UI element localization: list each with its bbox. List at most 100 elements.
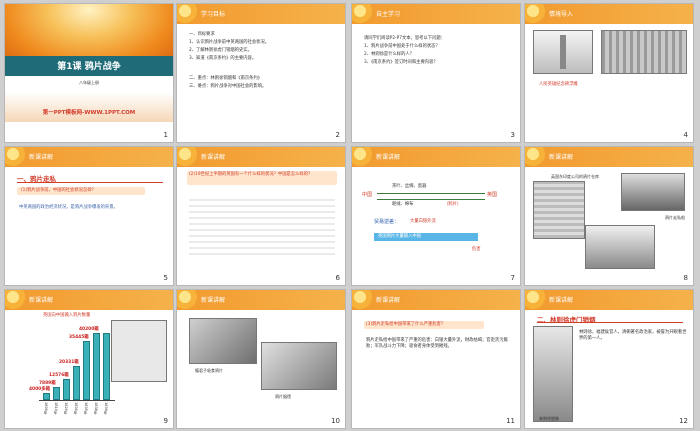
label-britain: 英国: [487, 192, 498, 198]
slide-thumbnail-12[interactable]: 新课讲解 二、林则徐虎门销烟 林则徐塑像 林则徐，福建侯官人，清朝著名政治家，被…: [524, 289, 694, 429]
statue-photo: [533, 326, 573, 422]
footer-text: 第一PPT模板网-WWW.1PPT.COM: [42, 110, 136, 116]
slide-number: 11: [506, 417, 515, 425]
data-label: 40200箱: [79, 327, 99, 332]
slide-thumbnail-2[interactable]: 学习目标 一、目标要求 1、认识鸦片战争前中英两国的社会状况。 2、了解林则徐虎…: [176, 3, 346, 143]
body: 中英两国的政治经济状况，是鸦片战争爆发的背景。: [19, 205, 118, 210]
bar: [63, 379, 70, 400]
body: 鸦片走私给中国带来了严重的危害：白银大量外流，财政枯竭；官吏贪污腐败；军队战斗力…: [366, 338, 508, 349]
bar: [43, 393, 50, 400]
header-title: 情境导入: [549, 11, 574, 18]
sun-icon: [352, 290, 374, 310]
data-label: 35445箱: [69, 334, 89, 340]
x-axis: [39, 400, 115, 401]
header-title: 新课讲解: [549, 154, 574, 161]
ship-photo-2: [585, 225, 655, 269]
tag-harm: 危害: [472, 247, 481, 252]
ship-photo: [621, 173, 685, 211]
data-label: 20331箱: [59, 360, 79, 366]
tick-label: 1830年: [74, 402, 78, 415]
caption-smokers: 瘾君子吸食鸦片: [195, 368, 223, 373]
tick-label: 1800年: [44, 402, 48, 415]
slide-number: 7: [510, 274, 515, 282]
line: 1、鸦片战争前中国处于什么样的状态？: [364, 44, 440, 49]
line: 三、难点：鸦片战争对中国社会的影响。: [189, 84, 267, 89]
slide-thumbnail-5[interactable]: 新课讲解 一、鸦片走私 (1)鸦片战争前，中国的社会状况怎样？ 中英两国的政治经…: [4, 146, 174, 286]
title-banner: [5, 4, 173, 64]
line: 二、重点：林则徐销烟和《南京条约》: [189, 76, 263, 81]
tick-label: 1820年: [64, 402, 68, 415]
trade-arrow-bottom: [377, 199, 485, 200]
header-title: 新课讲解: [201, 297, 226, 304]
goods-top: 茶叶、丝绸、瓷器: [392, 184, 427, 189]
line: 2、林则徐是什么样的人？: [364, 52, 414, 57]
slide-number: 1: [163, 131, 168, 139]
slide-thumbnail-7[interactable]: 新课讲解 中国 英国 茶叶、丝绸、瓷器 呢绒、棉布 （鸦片） 贸易逆差： 大量白…: [351, 146, 521, 286]
bar: [73, 366, 80, 400]
slide-header: 情境导入: [525, 4, 693, 24]
slide-thumbnail-9[interactable]: 新课讲解 英国向中国输入鸦片数量 1800年 4000多箱 1810年 7889箱 18…: [4, 289, 174, 429]
tick-label: 1839年: [104, 402, 108, 415]
header-title: 新课讲解: [29, 154, 54, 161]
caption-ship: 鸦片走私船: [665, 215, 685, 220]
slide-thumbnail-4[interactable]: 情境导入 人民英雄纪念碑浮雕 4: [524, 3, 694, 143]
divider: [17, 182, 163, 183]
slide-number: 12: [679, 417, 688, 425]
monument-shape: [560, 35, 566, 69]
slide-number: 6: [335, 274, 340, 282]
statue-caption: 林则徐塑像: [539, 416, 559, 421]
slide-thumbnail-8[interactable]: 新课讲解 英国东印度公司的鸦片仓库 鸦片走私船 8: [524, 146, 694, 286]
sun-icon: [177, 290, 199, 310]
line: 1、认识鸦片战争前中英两国的社会状况。: [189, 40, 270, 45]
title-lower: [5, 92, 173, 122]
body: 林则徐，福建侯官人，清朝著名政治家，被誉为开眼看世界的第一人。: [579, 330, 687, 341]
opium-smokers-photo: [189, 318, 257, 364]
tick-label: 1838年: [94, 402, 98, 415]
slide-header: 学习目标: [177, 4, 345, 24]
slide-thumbnail-3[interactable]: 自主学习 请同学们阅读P2-P7文本，思考以下问题： 1、鸦片战争前中国处于什么…: [351, 3, 521, 143]
slide-thumbnail-10[interactable]: 新课讲解 瘾君子吸食鸦片 鸦片烟馆 10: [176, 289, 346, 429]
goods-bottom: 呢绒、棉布: [392, 202, 414, 207]
bar: [103, 333, 110, 400]
tick-label: 1810年: [54, 402, 58, 415]
slide-header: 新课讲解: [5, 147, 173, 167]
sun-icon: [352, 147, 374, 167]
slide-thumbnail-1[interactable]: 第1课 鸦片战争 八年级上册 第一PPT模板网-WWW.1PPT.COM 1: [4, 3, 174, 143]
slide-header: 新课讲解: [177, 290, 345, 310]
header-title: 新课讲解: [549, 297, 574, 304]
slide-number: 8: [683, 274, 688, 282]
caption-den: 鸦片烟馆: [275, 394, 291, 399]
bar: [53, 386, 60, 400]
text-block: [189, 195, 335, 255]
warehouse-photo: [533, 181, 585, 239]
sun-icon: [177, 147, 199, 167]
header-title: 学习目标: [201, 11, 226, 18]
question: (1)鸦片战争前，中国的社会状况怎样？: [21, 188, 96, 193]
result-label: 贸易逆差：: [374, 219, 400, 225]
opium-den-photo: [261, 342, 337, 390]
tick-label: 1835年: [84, 402, 88, 415]
line: 3、《南京条约》签订时间和主要内容？: [364, 60, 438, 65]
slide-header: 新课讲解: [352, 147, 520, 167]
line: 请同学们阅读P2-P7文本，思考以下问题：: [364, 36, 445, 41]
data-label: 12576箱: [49, 373, 69, 379]
line: 2、了解林则徐虎门销烟的史实。: [189, 48, 252, 53]
sun-icon: [525, 290, 547, 310]
slide-thumbnail-11[interactable]: 新课讲解 (3)鸦片走私给中国带来了什么严重危害？ 鸦片走私给中国带来了严重的危…: [351, 289, 521, 429]
chart-photo: [111, 320, 167, 382]
slide-number: 9: [163, 417, 168, 425]
sun-icon: [5, 147, 27, 167]
bar: [93, 333, 100, 400]
slide-number: 4: [683, 131, 688, 139]
question: (3)鸦片走私给中国带来了什么严重危害？: [366, 322, 446, 327]
box-text: 英国鸦片大量输入中国: [378, 234, 421, 239]
monument-photo: [533, 30, 593, 74]
caption-warehouse: 英国东印度公司的鸦片仓库: [551, 174, 599, 179]
data-label: 7889箱: [39, 380, 56, 386]
tag-opium: （鸦片）: [444, 202, 462, 207]
slide-thumbnail-6[interactable]: 新课讲解 (2)19世纪上半期的英国有一个什么样的状况？中国是怎么样的？ 6: [176, 146, 346, 286]
result-text: 大量白银外流: [410, 219, 436, 224]
slide-number: 2: [335, 131, 340, 139]
slide-title: 第1课 鸦片战争: [57, 62, 121, 72]
sun-icon: [177, 4, 199, 24]
